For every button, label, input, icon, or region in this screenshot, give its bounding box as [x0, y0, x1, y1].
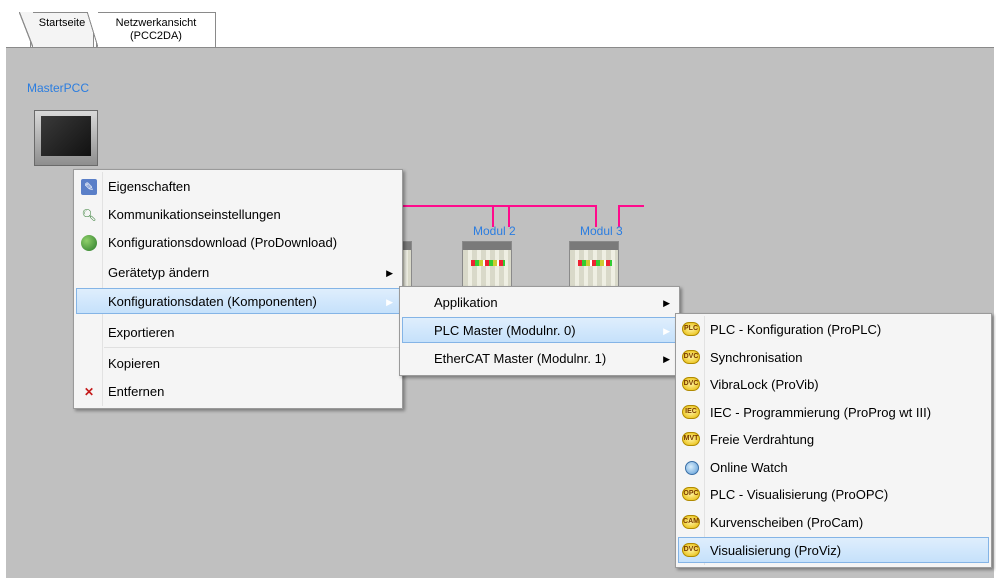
tab-label: Startseite	[38, 17, 86, 29]
menu-item-label: Kurvenscheiben (ProCam)	[710, 515, 864, 530]
module-label: Modul 3	[580, 224, 623, 238]
module-icon[interactable]	[462, 241, 512, 289]
cam-badge-icon: CAM	[682, 515, 700, 529]
menu-item-label: EtherCAT Master (Modulnr. 1)	[434, 351, 607, 366]
menu-item-konfigurationsdownload[interactable]: Konfigurationsdownload (ProDownload)	[76, 229, 400, 255]
submenu-arrow-icon: ▶	[386, 297, 393, 307]
menu-item-label: Visualisierung (ProViz)	[710, 543, 842, 558]
menu-item-label: Eigenschaften	[108, 179, 191, 194]
menu-item-exportieren[interactable]: Exportieren	[76, 319, 400, 345]
submenu-arrow-icon: ▶	[386, 268, 393, 278]
menu-item-label: Kopieren	[108, 356, 161, 371]
tab-startseite[interactable]: Startseite	[19, 12, 94, 48]
module-top	[570, 242, 618, 250]
menu-item-synchronisation[interactable]: DVC Synchronisation	[678, 344, 989, 370]
menu-item-kurvenscheiben[interactable]: CAM Kurvenscheiben (ProCam)	[678, 509, 989, 535]
menu-item-label: Kommunikationseinstellungen	[108, 207, 281, 222]
menu-separator	[104, 347, 400, 348]
node-label-masterpcc: MasterPCC	[27, 81, 90, 95]
menu-item-visualisierung-proviz[interactable]: DVC Visualisierung (ProViz)	[678, 537, 989, 563]
menu-item-label: VibraLock (ProVib)	[710, 377, 819, 392]
module-top	[463, 242, 511, 250]
menu-item-plc-konfiguration[interactable]: PLC PLC - Konfiguration (ProPLC)	[678, 316, 989, 342]
menu-item-online-watch[interactable]: Online Watch	[678, 454, 989, 480]
menu-item-label: Entfernen	[108, 384, 165, 399]
bus-line	[510, 205, 596, 207]
iec-badge-icon: IEC	[682, 405, 700, 419]
tab-bar: Startseite Netzwerkansicht (PCC2DA)	[0, 0, 996, 48]
menu-item-applikation[interactable]: Applikation ▶	[402, 289, 677, 315]
menu-item-entfernen[interactable]: ✕ Entfernen	[76, 378, 400, 404]
menu-item-vibralock[interactable]: DVC VibraLock (ProVib)	[678, 371, 989, 397]
module-leds	[471, 260, 505, 266]
bus-line	[618, 205, 644, 207]
module-label: Modul 2	[473, 224, 516, 238]
menu-item-label: Gerätetyp ändern	[108, 265, 210, 280]
opc-badge-icon: OPC	[682, 487, 700, 501]
plc-badge-icon: PLC	[682, 322, 700, 336]
menu-item-label: PLC - Konfiguration (ProPLC)	[710, 322, 882, 337]
online-watch-icon	[685, 461, 699, 475]
menu-item-label: Exportieren	[108, 325, 175, 340]
dvc-badge-icon: DVC	[682, 377, 700, 391]
menu-item-konfigurationsdaten[interactable]: Konfigurationsdaten (Komponenten) ▶	[76, 288, 400, 314]
pcc-screen	[41, 116, 91, 156]
close-icon: ✕	[83, 385, 95, 399]
module-leds	[578, 260, 612, 266]
dvc-badge-icon: DVC	[682, 543, 700, 557]
menu-item-label: Konfigurationsdownload (ProDownload)	[108, 235, 338, 250]
menu-item-iec-programmierung[interactable]: IEC IEC - Programmierung (ProProg wt III…	[678, 399, 989, 425]
submenu-arrow-icon: ▶	[663, 326, 670, 336]
menu-item-plc-master[interactable]: PLC Master (Modulnr. 0) ▶	[402, 317, 677, 343]
menu-item-label: Freie Verdrahtung	[710, 432, 815, 447]
mvt-badge-icon: MVT	[682, 432, 700, 446]
menu-item-ethercat-master[interactable]: EtherCAT Master (Modulnr. 1) ▶	[402, 345, 677, 371]
dvc-badge-icon: DVC	[682, 350, 700, 364]
menu-item-label: Online Watch	[710, 460, 788, 475]
search-icon: 🔍︎	[81, 208, 97, 222]
menu-item-label: PLC Master (Modulnr. 0)	[434, 323, 576, 338]
module-icon[interactable]	[569, 241, 619, 289]
tab-netzwerkansicht[interactable]: Netzwerkansicht (PCC2DA)	[87, 12, 216, 48]
menu-item-eigenschaften[interactable]: ✎ Eigenschaften	[76, 173, 400, 199]
context-menu: ✎ Eigenschaften 🔍︎ Kommunikationseinstel…	[73, 169, 403, 409]
submenu-plc-master: PLC PLC - Konfiguration (ProPLC) DVC Syn…	[675, 313, 992, 568]
menu-item-label: Synchronisation	[710, 350, 803, 365]
menu-item-kopieren[interactable]: Kopieren	[76, 350, 400, 376]
menu-item-geraetetyp-aendern[interactable]: Gerätetyp ändern ▶	[76, 259, 400, 285]
menu-item-kommunikationseinstellungen[interactable]: 🔍︎ Kommunikationseinstellungen	[76, 201, 400, 227]
menu-item-label: PLC - Visualisierung (ProOPC)	[710, 487, 889, 502]
menu-item-label: Applikation	[434, 295, 498, 310]
submenu-konfigurationsdaten: Applikation ▶ PLC Master (Modulnr. 0) ▶ …	[399, 286, 680, 376]
submenu-arrow-icon: ▶	[663, 354, 670, 364]
tab-label: Netzwerkansicht (PCC2DA)	[115, 17, 197, 42]
pcc-device-icon[interactable]	[34, 110, 98, 166]
menu-item-label: Konfigurationsdaten (Komponenten)	[108, 294, 317, 309]
properties-icon: ✎	[81, 179, 97, 195]
globe-icon	[81, 235, 97, 251]
menu-item-freie-verdrahtung[interactable]: MVT Freie Verdrahtung	[678, 426, 989, 452]
menu-item-label: IEC - Programmierung (ProProg wt III)	[710, 405, 932, 420]
submenu-arrow-icon: ▶	[663, 298, 670, 308]
menu-item-plc-visualisierung[interactable]: OPC PLC - Visualisierung (ProOPC)	[678, 481, 989, 507]
